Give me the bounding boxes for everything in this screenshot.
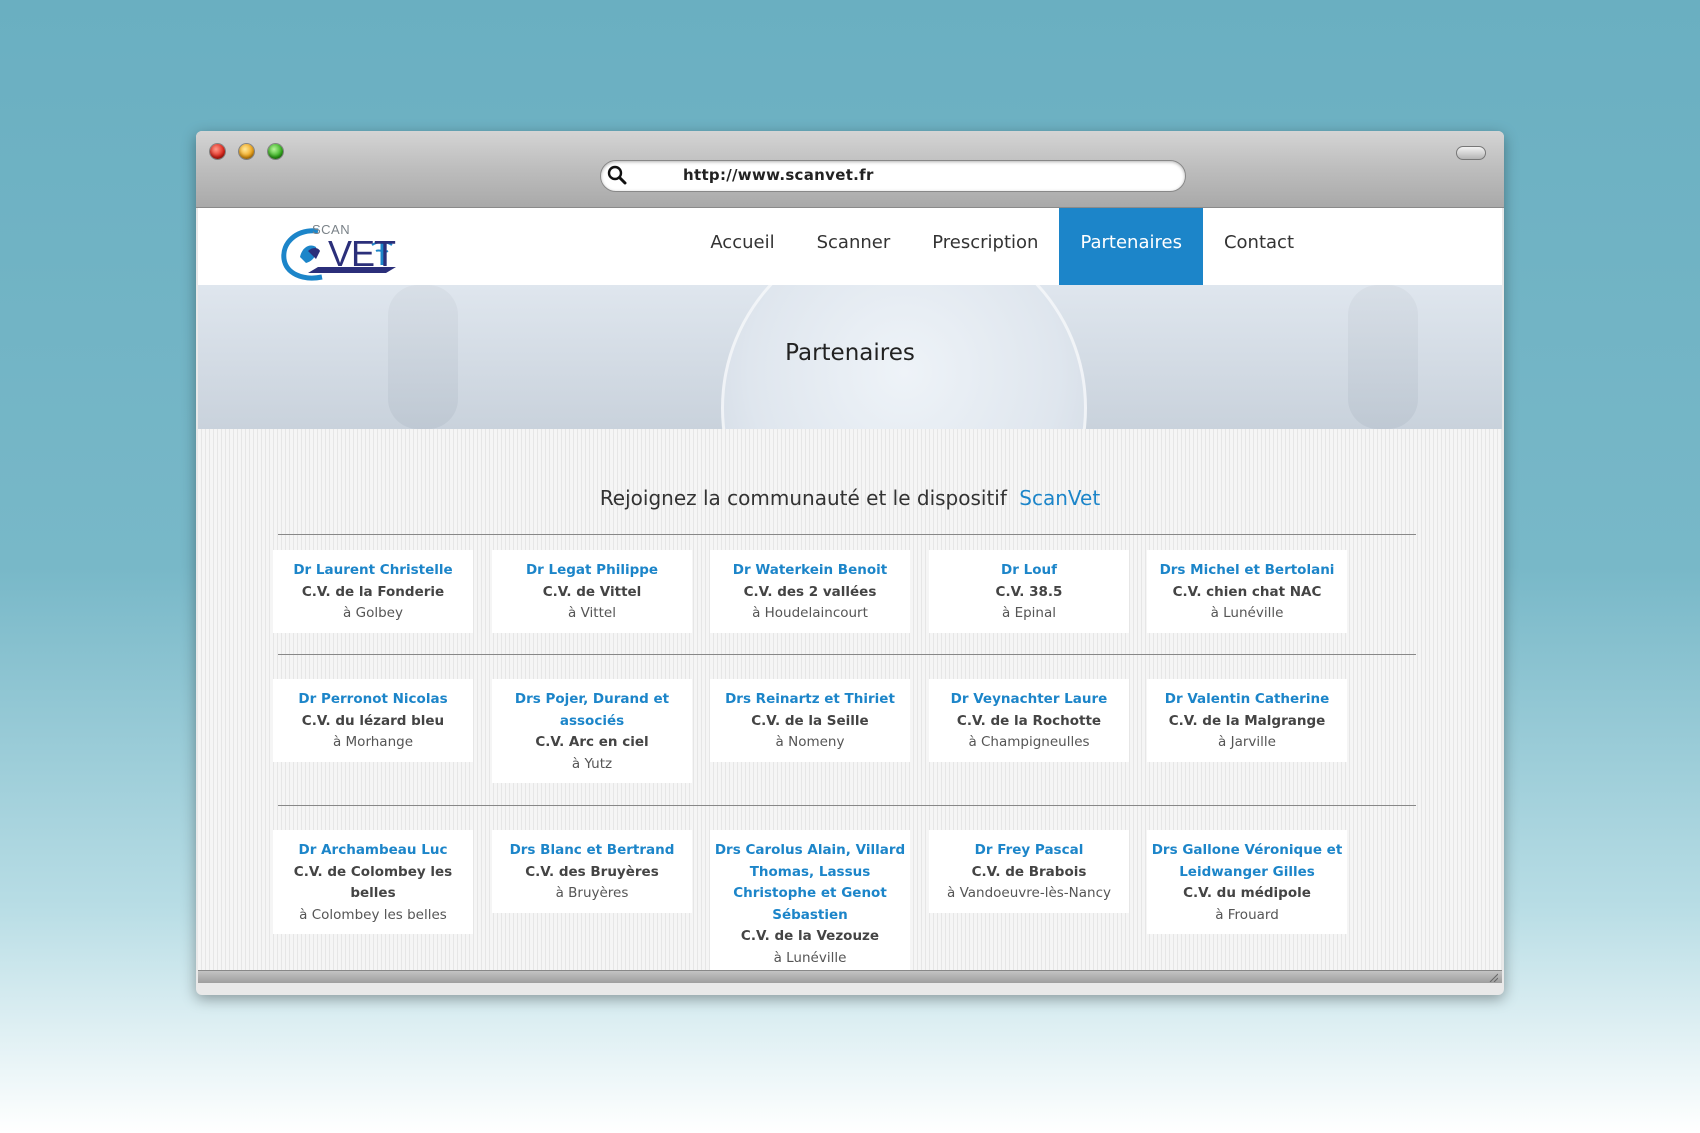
subtitle-brand: ScanVet bbox=[1019, 486, 1101, 510]
partner-clinic: C.V. du médipole bbox=[1183, 885, 1311, 901]
partner-name: Drs Michel et Bertolani bbox=[1159, 562, 1335, 578]
partner-clinic: C.V. des 2 vallées bbox=[743, 583, 877, 600]
partner-city: à Vittel bbox=[568, 605, 616, 621]
partner-card[interactable]: Drs Reinartz et Thiriet C.V. de la Seille… bbox=[710, 679, 910, 762]
partner-clinic: C.V. du lézard bleu bbox=[301, 712, 445, 729]
partner-name: Drs Pojer, Durand et associés bbox=[514, 691, 670, 729]
main-nav: Accueil Scanner Prescription Partenaires… bbox=[689, 208, 1315, 285]
partner-card[interactable]: Drs Michel et Bertolani C.V. chien chat N… bbox=[1147, 550, 1347, 633]
partner-card[interactable]: Drs Carolus Alain, Villard Thomas, Lassu… bbox=[710, 830, 910, 977]
partner-name: Dr Waterkein Benoit bbox=[732, 562, 888, 578]
partner-name: Dr Archambeau Luc bbox=[298, 842, 448, 858]
address-bar[interactable]: http://www.scanvet.fr bbox=[600, 160, 1186, 192]
minimize-window-button[interactable] bbox=[239, 144, 254, 159]
partner-card[interactable]: Dr Perronot Nicolas C.V. du lézard bleu à … bbox=[273, 679, 473, 762]
partner-city: à Houdelaincourt bbox=[752, 605, 868, 621]
partner-city: à Lunéville bbox=[773, 949, 847, 966]
nav-partenaires[interactable]: Partenaires bbox=[1059, 208, 1203, 285]
partner-card[interactable]: Drs Blanc et Bertrand C.V. des Bruyères à … bbox=[492, 830, 692, 913]
partner-clinic: C.V. des Bruyères bbox=[525, 863, 659, 880]
partner-name: Drs Carolus Alain, Villard Thomas, Lassu… bbox=[714, 842, 906, 923]
partner-card[interactable]: Dr Legat Philippe C.V. de Vittel à Vittel bbox=[492, 550, 692, 633]
partner-card[interactable]: Dr Louf C.V. 38.5 à Epinal bbox=[929, 550, 1129, 633]
scanvet-logo[interactable]: SCAN VET bbox=[278, 221, 406, 283]
partner-city: à Nomeny bbox=[775, 734, 845, 750]
partner-clinic: C.V. 38.5 bbox=[995, 583, 1063, 600]
partner-city: à Bruyères bbox=[555, 885, 629, 901]
partner-card[interactable]: Dr Archambeau Luc C.V. de Colombey les be… bbox=[273, 830, 473, 934]
partner-name: Dr Perronot Nicolas bbox=[298, 691, 448, 707]
partner-city: à Epinal bbox=[1002, 605, 1056, 621]
partner-card[interactable]: Dr Laurent Christelle C.V. de la Fonderie… bbox=[273, 550, 473, 633]
partner-city: à Champigneulles bbox=[968, 734, 1090, 750]
partner-name: Dr Valentin Catherine bbox=[1164, 691, 1330, 707]
partner-city: à Lunéville bbox=[1210, 605, 1284, 621]
row-divider bbox=[278, 534, 1416, 535]
toolbar-toggle-button[interactable] bbox=[1456, 146, 1486, 160]
partner-name: Dr Louf bbox=[1001, 562, 1057, 578]
nav-accueil[interactable]: Accueil bbox=[689, 208, 795, 285]
partner-city: à Jarville bbox=[1218, 734, 1276, 750]
partner-city: à Golbey bbox=[343, 605, 403, 621]
browser-statusbar bbox=[198, 970, 1502, 983]
partner-clinic: C.V. de Colombey les belles bbox=[293, 863, 453, 902]
page-banner: Partenaires bbox=[198, 285, 1502, 429]
partners-section: Rejoignez la communauté et le dispositif… bbox=[198, 429, 1502, 983]
page-title: Partenaires bbox=[785, 340, 915, 366]
partner-name: Dr Veynachter Laure bbox=[950, 691, 1108, 707]
partner-city: à Yutz bbox=[571, 755, 613, 772]
search-icon bbox=[607, 165, 627, 185]
partner-clinic: C.V. de la Seille bbox=[751, 712, 869, 729]
nav-contact[interactable]: Contact bbox=[1203, 208, 1315, 285]
row-divider bbox=[278, 654, 1416, 655]
partner-clinic: C.V. de la Vezouze bbox=[740, 928, 880, 944]
page-viewport: SCAN VET Accueil Scanner Prescription Pa… bbox=[198, 208, 1502, 983]
partner-card[interactable]: Drs Pojer, Durand et associés C.V. Arc en… bbox=[492, 679, 692, 783]
partner-clinic: C.V. de la Fonderie bbox=[301, 583, 445, 600]
partner-city: à Morhange bbox=[332, 734, 414, 750]
nav-scanner[interactable]: Scanner bbox=[796, 208, 912, 285]
partner-name: Drs Gallone Véronique et Leidwanger Gill… bbox=[1151, 842, 1343, 880]
close-window-button[interactable] bbox=[210, 144, 225, 159]
partner-card[interactable]: Dr Frey Pascal C.V. de Brabois à Vandoeuvr… bbox=[929, 830, 1129, 913]
partner-city: à Vandoeuvre-lès-Nancy bbox=[947, 885, 1111, 901]
partner-card[interactable]: Dr Valentin Catherine C.V. de la Malgrang… bbox=[1147, 679, 1347, 762]
partner-city: à Frouard bbox=[1215, 906, 1279, 923]
browser-window: http://www.scanvet.fr SCAN VET Accueil S… bbox=[196, 131, 1504, 995]
partner-name: Drs Blanc et Bertrand bbox=[509, 842, 675, 858]
section-subtitle: Rejoignez la communauté et le dispositif… bbox=[198, 486, 1502, 510]
partner-name: Drs Reinartz et Thiriet bbox=[725, 691, 895, 707]
logo-vet-text: VET bbox=[328, 233, 396, 274]
partner-card[interactable]: Drs Gallone Véronique et Leidwanger Gill… bbox=[1147, 830, 1347, 934]
partner-clinic: C.V. Arc en ciel bbox=[535, 734, 649, 750]
partner-card[interactable]: Dr Waterkein Benoit C.V. des 2 vallées à H… bbox=[710, 550, 910, 633]
partner-card[interactable]: Dr Veynachter Laure C.V. de la Rochotte à … bbox=[929, 679, 1129, 762]
url-text[interactable]: http://www.scanvet.fr bbox=[683, 166, 874, 184]
site-header: SCAN VET Accueil Scanner Prescription Pa… bbox=[198, 208, 1502, 286]
resize-grip-icon[interactable] bbox=[1488, 972, 1498, 982]
row-divider bbox=[278, 805, 1416, 806]
partner-clinic: C.V. de Vittel bbox=[542, 583, 642, 600]
subtitle-text: Rejoignez la communauté et le dispositif bbox=[599, 486, 1007, 510]
partner-city: à Colombey les belles bbox=[299, 906, 447, 923]
browser-titlebar: http://www.scanvet.fr bbox=[196, 131, 1504, 208]
partner-clinic: C.V. chien chat NAC bbox=[1172, 583, 1322, 600]
zoom-window-button[interactable] bbox=[268, 144, 283, 159]
nav-prescription[interactable]: Prescription bbox=[911, 208, 1059, 285]
partner-name: Dr Legat Philippe bbox=[525, 562, 659, 578]
partner-name: Dr Laurent Christelle bbox=[293, 562, 453, 578]
partner-clinic: C.V. de Brabois bbox=[971, 863, 1087, 880]
partner-name: Dr Frey Pascal bbox=[974, 842, 1084, 858]
partner-clinic: C.V. de la Rochotte bbox=[956, 712, 1102, 729]
partner-clinic: C.V. de la Malgrange bbox=[1168, 712, 1326, 729]
